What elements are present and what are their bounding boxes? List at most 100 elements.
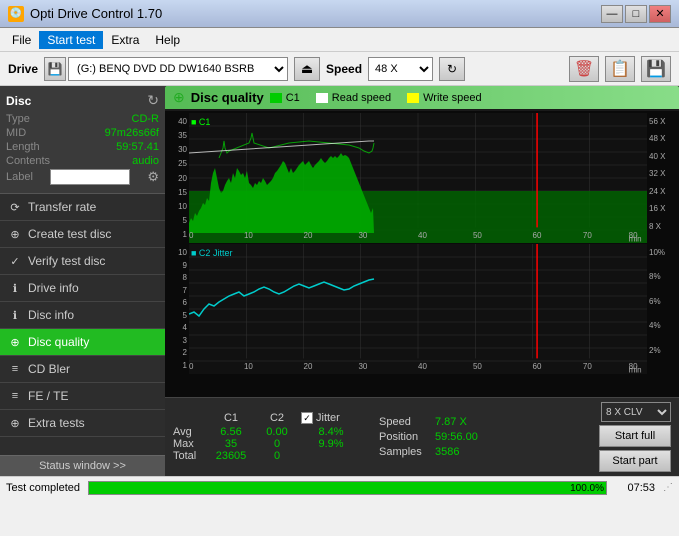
- minimize-button[interactable]: —: [601, 5, 623, 23]
- svg-text:0: 0: [189, 231, 194, 240]
- total-c2: 0: [255, 450, 299, 462]
- svg-text:■ C1: ■ C1: [191, 117, 210, 127]
- svg-text:0: 0: [189, 362, 194, 371]
- disc-info-icon: ℹ: [8, 308, 22, 322]
- svg-text:50: 50: [473, 231, 482, 240]
- svg-text:70: 70: [583, 362, 592, 371]
- sidebar-item-create-test-disc[interactable]: ⊕ Create test disc: [0, 221, 165, 248]
- svg-text:20: 20: [304, 231, 313, 240]
- position-stat-row: Position 59:56.00: [379, 431, 478, 443]
- sidebar-item-drive-info[interactable]: ℹ Drive info: [0, 275, 165, 302]
- speed-stat-row: Speed 7.87 X: [379, 416, 478, 428]
- progress-bar-fill: [89, 482, 606, 494]
- sidebar: Disc ↻ Type CD-R MID 97m26s66f Length 59…: [0, 86, 165, 476]
- samples-stat-row: Samples 3586: [379, 446, 478, 458]
- nav-refresh-button[interactable]: ↻: [439, 57, 465, 81]
- menu-help[interactable]: Help: [147, 31, 188, 49]
- svg-text:20: 20: [304, 362, 313, 371]
- maximize-button[interactable]: □: [625, 5, 647, 23]
- sidebar-item-fe-te[interactable]: ≡ FE / TE: [0, 383, 165, 410]
- stat-col-c2: C2: [255, 412, 299, 424]
- write-speed-color: [407, 93, 419, 103]
- disc-label-input[interactable]: [50, 169, 130, 185]
- menu-bar: File Start test Extra Help: [0, 28, 679, 52]
- disc-title: Disc: [6, 94, 31, 108]
- svg-text:30: 30: [358, 362, 367, 371]
- svg-text:min: min: [629, 366, 642, 374]
- close-button[interactable]: ✕: [649, 5, 671, 23]
- menu-start-test[interactable]: Start test: [39, 31, 103, 49]
- sidebar-item-cd-bler[interactable]: ≡ CD Bler: [0, 356, 165, 383]
- disc-refresh-icon[interactable]: ↻: [147, 92, 159, 109]
- disc-label-label: Label: [6, 171, 33, 183]
- svg-text:50: 50: [473, 362, 482, 371]
- position-stat-value: 59:56.00: [435, 431, 478, 443]
- title-bar: 💿 Opti Drive Control 1.70 — □ ✕: [0, 0, 679, 28]
- chart1-svg: 0 10 20 30 40 50 60 70 80 min ■ C1: [189, 113, 647, 243]
- chart-legend: C1 Read speed Write speed: [270, 92, 482, 104]
- action-area: 8 X CLV Start full Start part: [599, 402, 671, 472]
- svg-text:10: 10: [244, 362, 253, 371]
- speed-mode-select[interactable]: 8 X CLV: [601, 402, 671, 422]
- copy-icon-button[interactable]: 📋: [605, 56, 635, 82]
- svg-text:70: 70: [583, 231, 592, 240]
- svg-text:40: 40: [418, 231, 427, 240]
- sidebar-item-drive-info-label: Drive info: [28, 281, 79, 295]
- erase-icon-button[interactable]: 🗑: [569, 56, 599, 82]
- save-icon-button[interactable]: 💾: [641, 56, 671, 82]
- drive-icon: 💾: [44, 57, 66, 81]
- legend-write-speed: Write speed: [407, 92, 482, 104]
- title-bar-left: 💿 Opti Drive Control 1.70: [8, 6, 162, 22]
- sidebar-item-transfer-rate[interactable]: ⟳ Transfer rate: [0, 194, 165, 221]
- jitter-checkbox[interactable]: ✓: [301, 412, 313, 424]
- status-window-button[interactable]: Status window >>: [0, 455, 165, 476]
- fe-te-icon: ≡: [8, 389, 22, 403]
- sidebar-item-transfer-rate-label: Transfer rate: [28, 200, 96, 214]
- eject-button[interactable]: ⏏: [294, 57, 320, 81]
- disc-contents-label: Contents: [6, 155, 50, 167]
- speed-select[interactable]: 48 X: [368, 57, 433, 81]
- position-stat-label: Position: [379, 431, 431, 443]
- legend-c1: C1: [270, 92, 300, 104]
- menu-file[interactable]: File: [4, 31, 39, 49]
- speed-stats: Speed 7.87 X Position 59:56.00 Samples 3…: [379, 416, 478, 458]
- max-c1: 35: [209, 438, 253, 450]
- chart1-y-axis: 40 35 30 25 20 15 10 5 1: [167, 113, 189, 243]
- drive-label: Drive: [8, 62, 38, 76]
- resize-grip: ⋰: [663, 482, 673, 493]
- disc-mid-label: MID: [6, 127, 26, 139]
- avg-c1: 6.56: [209, 426, 253, 438]
- progress-label: 100.0%: [570, 482, 604, 496]
- drive-select[interactable]: (G:) BENQ DVD DD DW1640 BSRB: [68, 57, 288, 81]
- svg-text:30: 30: [358, 231, 367, 240]
- speed-stat-label: Speed: [379, 416, 431, 428]
- samples-stat-value: 3586: [435, 446, 459, 458]
- avg-jitter: 8.4%: [301, 426, 361, 438]
- sidebar-item-verify-test-disc[interactable]: ✓ Verify test disc: [0, 248, 165, 275]
- sidebar-item-disc-info[interactable]: ℹ Disc info: [0, 302, 165, 329]
- stats-max-row: Max 35 0 9.9%: [173, 438, 361, 450]
- sidebar-item-disc-info-label: Disc info: [28, 308, 74, 322]
- jitter-label: Jitter: [316, 412, 340, 424]
- progress-bar: 100.0%: [88, 481, 607, 495]
- status-text: Test completed: [6, 482, 80, 494]
- avg-c2: 0.00: [255, 426, 299, 438]
- quality-header: ⊕ Disc quality C1 Read speed Write speed: [165, 86, 679, 109]
- c1-color: [270, 93, 282, 103]
- sidebar-item-disc-quality[interactable]: ⊕ Disc quality: [0, 329, 165, 356]
- menu-extra[interactable]: Extra: [103, 31, 147, 49]
- start-part-button[interactable]: Start part: [599, 450, 671, 472]
- disc-type-label: Type: [6, 113, 30, 125]
- stats-table: C1 C2 ✓ Jitter Avg 6.56 0.00 8.4% Max: [173, 412, 361, 462]
- avg-label: Avg: [173, 426, 207, 438]
- transfer-rate-icon: ⟳: [8, 200, 22, 214]
- content-area: ⊕ Disc quality C1 Read speed Write speed: [165, 86, 679, 476]
- sidebar-item-extra-tests[interactable]: ⊕ Extra tests: [0, 410, 165, 437]
- quality-title: Disc quality: [191, 90, 264, 105]
- start-full-button[interactable]: Start full: [599, 425, 671, 447]
- label-settings-icon[interactable]: ⚙: [147, 169, 159, 185]
- sidebar-item-cd-bler-label: CD Bler: [28, 362, 70, 376]
- drive-bar: Drive 💾 (G:) BENQ DVD DD DW1640 BSRB ⏏ S…: [0, 52, 679, 86]
- disc-contents-value: audio: [132, 155, 159, 167]
- cd-bler-icon: ≡: [8, 362, 22, 376]
